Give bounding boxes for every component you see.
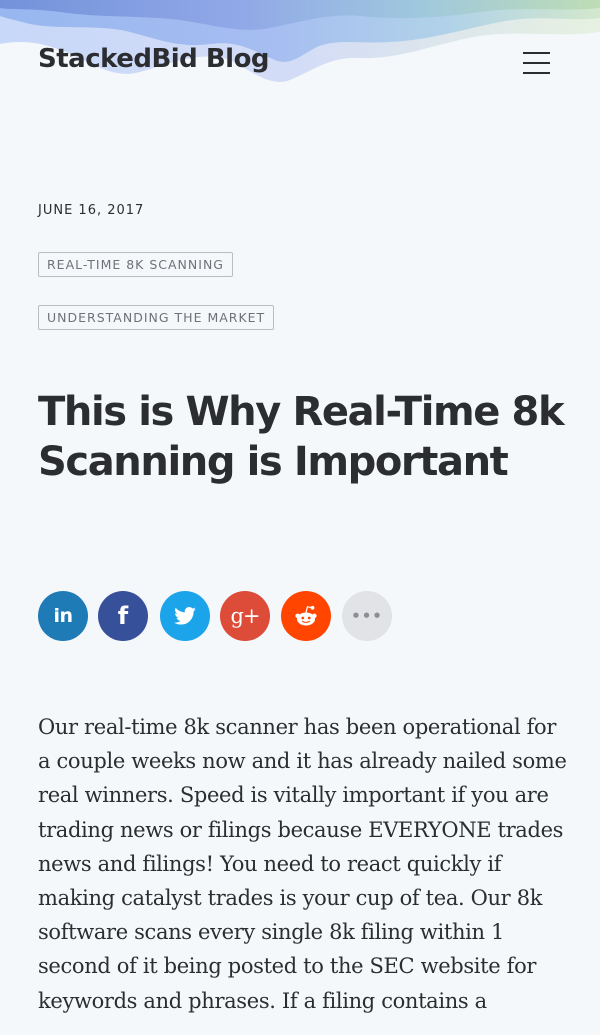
- more-share-button[interactable]: •••: [342, 591, 392, 641]
- post-title: This is Why Real-Time 8k Scanning is Imp…: [38, 389, 565, 485]
- tag-understanding-the-market[interactable]: UNDERSTANDING THE MARKET: [38, 305, 275, 330]
- reddit-icon: [295, 605, 317, 626]
- site-header: StackedBid Blog: [0, 0, 600, 90]
- hamburger-icon-line-3: [523, 72, 550, 74]
- twitter-icon: [174, 607, 196, 625]
- facebook-icon: f: [117, 602, 129, 630]
- facebook-share-button[interactable]: f: [98, 591, 148, 641]
- hamburger-icon-line-1: [523, 52, 550, 54]
- tag-real-time-8k-scanning[interactable]: REAL-TIME 8K SCANNING: [38, 252, 233, 277]
- share-buttons: in f g+ •••: [38, 591, 398, 641]
- linkedin-icon: in: [53, 604, 73, 627]
- twitter-share-button[interactable]: [160, 591, 210, 641]
- google-plus-share-button[interactable]: g+: [220, 591, 270, 641]
- menu-button[interactable]: [520, 50, 552, 78]
- linkedin-share-button[interactable]: in: [38, 591, 88, 641]
- reddit-share-button[interactable]: [281, 591, 331, 641]
- google-plus-icon: g+: [230, 603, 260, 628]
- post-body: Our real-time 8k scanner has been operat…: [38, 715, 567, 1013]
- site-title[interactable]: StackedBid Blog: [38, 44, 270, 74]
- post-date: JUNE 16, 2017: [38, 203, 145, 218]
- hamburger-icon-line-2: [523, 62, 550, 64]
- more-icon: •••: [351, 606, 383, 625]
